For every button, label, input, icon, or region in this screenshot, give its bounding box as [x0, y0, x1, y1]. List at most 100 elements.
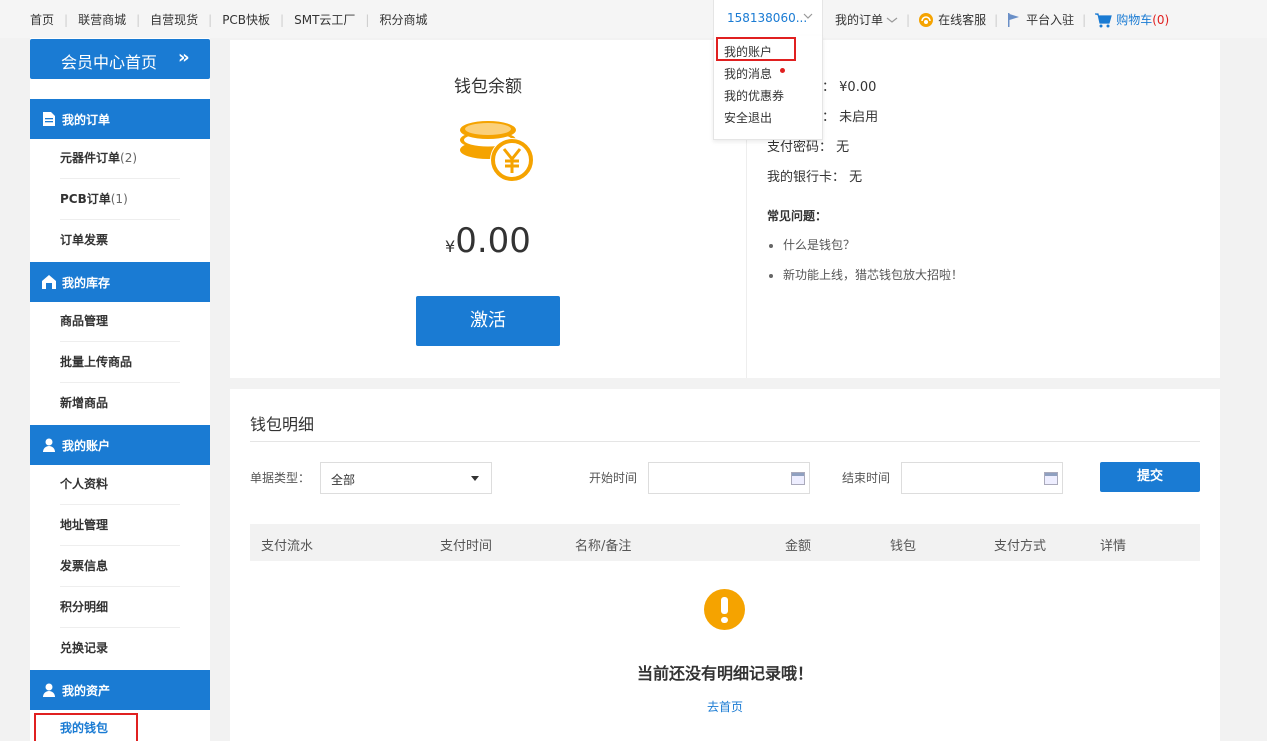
section-my-inventory: 我的库存: [30, 262, 210, 302]
item-count: (2): [120, 151, 138, 165]
online-service-link[interactable]: 在线客服: [918, 11, 986, 28]
divider: |: [208, 12, 213, 27]
info-value: 无: [849, 170, 863, 185]
nav-pcb[interactable]: PCB快板: [222, 11, 270, 28]
user-menu[interactable]: 158138060...: [713, 0, 823, 38]
end-time-input[interactable]: [901, 462, 1063, 494]
online-service-label: 在线客服: [938, 13, 987, 27]
chevron-down-icon: [886, 17, 898, 23]
divider: |: [64, 12, 69, 27]
cart-icon: [1095, 12, 1112, 27]
sidebar-item-points-detail[interactable]: 积分明细: [60, 587, 180, 628]
col-wallet: 钱包: [890, 539, 917, 554]
bullet: [769, 243, 773, 248]
type-select[interactable]: 全部: [320, 462, 492, 494]
platform-join-link[interactable]: 平台入驻: [1006, 11, 1074, 28]
sidebar-item-address[interactable]: 地址管理: [60, 505, 180, 546]
dropdown-arrow-icon: [471, 476, 479, 481]
section-title: 我的账户: [62, 438, 111, 453]
platform-join-label: 平台入驻: [1026, 13, 1075, 27]
info-label: ：: [822, 110, 836, 125]
bullet: [769, 273, 773, 278]
highlight-box: [34, 713, 138, 741]
my-orders-label: 我的订单: [835, 13, 884, 27]
col-name-remark: 名称/备注: [575, 539, 632, 554]
user-dropdown: 我的账户 我的消息 我的优惠券 安全退出: [713, 36, 823, 140]
start-time-label: 开始时间: [589, 471, 638, 485]
divider: |: [365, 12, 370, 27]
col-payment-method: 支付方式: [994, 539, 1047, 554]
divider: |: [1082, 12, 1087, 27]
item-label: 商品管理: [60, 314, 109, 328]
section-title: 我的库存: [62, 275, 111, 290]
headset-icon: [919, 12, 934, 27]
sidebar-item-profile[interactable]: 个人资料: [60, 464, 180, 505]
right-links: 我的订单 | 在线客服 | 平台入驻 | 购物车 (0): [835, 11, 1169, 28]
wallet-balance: ¥0.00: [230, 221, 746, 261]
item-label: 订单发票: [60, 233, 109, 247]
cart-link[interactable]: 购物车 (0): [1094, 11, 1169, 28]
top-bar: 首页 | 联营商城 | 自营现货 | PCB快板 | SMT云工厂 | 积分商城 1581…: [0, 0, 1267, 38]
start-time-input[interactable]: [648, 462, 810, 494]
top-nav: 首页 | 联营商城 | 自营现货 | PCB快板 | SMT云工厂 | 积分商城: [30, 11, 427, 28]
nav-joint-mall[interactable]: 联营商城: [78, 11, 126, 28]
info-row-status: ： 未启用: [822, 106, 878, 125]
menu-my-account[interactable]: 我的账户: [724, 43, 772, 60]
sidebar-item-pcb-orders[interactable]: PCB订单(1): [60, 179, 180, 220]
info-label: ：: [822, 80, 836, 95]
wallet-title: 钱包余额: [454, 77, 522, 97]
menu-my-coupons[interactable]: 我的优惠券: [724, 87, 784, 104]
col-amount: 金额: [785, 539, 812, 554]
faq-title: 常见问题：: [767, 209, 828, 223]
select-value: 全部: [331, 473, 356, 487]
coin-icon: [460, 121, 534, 182]
chevron-down-icon: [803, 11, 813, 24]
submit-button[interactable]: 提交: [1100, 462, 1200, 492]
section-my-account: 我的账户: [30, 425, 210, 465]
calendar-icon[interactable]: [1044, 472, 1058, 485]
nav-home[interactable]: 首页: [30, 11, 54, 28]
currency-symbol: ¥: [445, 237, 456, 256]
faq-item[interactable]: 什么是钱包？: [767, 236, 855, 253]
item-label: PCB订单: [60, 192, 111, 206]
sidebar-item-exchange-records[interactable]: 兑换记录: [60, 628, 180, 669]
section-my-orders: 我的订单: [30, 99, 210, 139]
sidebar-item-new-product[interactable]: 新增商品: [60, 383, 180, 424]
item-label: 新增商品: [60, 396, 109, 410]
item-label: 个人资料: [60, 477, 109, 491]
nav-smt[interactable]: SMT云工厂: [294, 11, 355, 28]
item-count: (1): [110, 192, 128, 206]
menu-my-messages[interactable]: 我的消息: [724, 65, 772, 82]
sidebar-item-bulk-upload[interactable]: 批量上传商品: [60, 342, 180, 383]
go-home-link[interactable]: 去首页: [250, 698, 1200, 715]
sidebar-item-component-orders[interactable]: 元器件订单(2): [60, 138, 180, 179]
item-label: 兑换记录: [60, 641, 109, 655]
sidebar-item-invoice-info[interactable]: 发票信息: [60, 546, 180, 587]
item-label: 批量上传商品: [60, 355, 133, 369]
faq-item[interactable]: 新功能上线，猎芯钱包放大招啦！: [767, 266, 963, 283]
detail-title: 钱包明细: [250, 415, 315, 434]
username[interactable]: 158138060...: [727, 11, 807, 25]
warehouse-icon: [42, 275, 56, 289]
member-center-label: 会员中心首页: [61, 53, 158, 72]
item-label: 元器件订单: [60, 151, 121, 165]
menu-logout[interactable]: 安全退出: [724, 109, 772, 126]
double-chevron-right-icon: »: [178, 47, 190, 68]
calendar-icon[interactable]: [791, 472, 805, 485]
sidebar: 会员中心首页 » 我的订单 元器件订单(2) PCB订单(1) 订单发票 我的库…: [30, 38, 210, 741]
member-center-home[interactable]: 会员中心首页 »: [30, 39, 210, 79]
info-value: ¥0.00: [839, 80, 877, 95]
my-orders-link[interactable]: 我的订单: [835, 11, 898, 28]
nav-self-stock[interactable]: 自营现货: [150, 11, 198, 28]
info-label: 我的银行卡：: [767, 170, 846, 185]
user-icon: [42, 438, 56, 452]
faq-text: 新功能上线，猎芯钱包放大招啦！: [783, 268, 964, 282]
activate-button[interactable]: 激活: [416, 296, 560, 346]
warning-icon: [704, 589, 745, 630]
section-title: 我的订单: [62, 112, 111, 127]
section-title: 我的资产: [62, 683, 111, 698]
col-payment-serial: 支付流水: [261, 539, 314, 554]
sidebar-item-order-invoice[interactable]: 订单发票: [60, 220, 180, 261]
nav-points-mall[interactable]: 积分商城: [379, 11, 427, 28]
sidebar-item-product-management[interactable]: 商品管理: [60, 301, 180, 342]
